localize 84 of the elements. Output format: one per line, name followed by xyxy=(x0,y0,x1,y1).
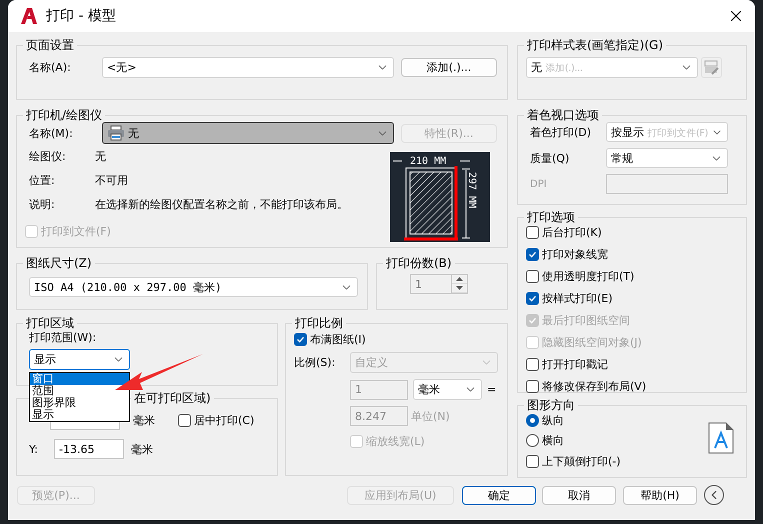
field-label: 名称(A): xyxy=(29,60,72,75)
section-title: 打印样式表(画笔指定)(G) xyxy=(526,38,664,52)
field-label: DPI xyxy=(530,178,548,190)
field-label: 比例(S): xyxy=(294,355,336,370)
checkbox[interactable] xyxy=(526,380,539,393)
dropdown-option[interactable]: 窗口 xyxy=(30,373,129,385)
checkbox-label: 将修改保存到布局(V) xyxy=(542,379,646,394)
checkbox[interactable] xyxy=(526,248,539,261)
radio-label: 横向 xyxy=(542,433,564,448)
section-title: 图形方向 xyxy=(526,398,576,412)
section-title: 在可打印区域) xyxy=(134,391,211,405)
window-title: 打印 - 模型 xyxy=(46,7,117,25)
check-icon xyxy=(296,335,305,344)
checkbox-label: 打印对象线宽 xyxy=(542,247,608,262)
field-label: 打印范围(W): xyxy=(29,330,96,345)
info-value: 无 xyxy=(95,149,106,164)
section-title: 打印区域 xyxy=(25,316,75,330)
checkbox-label: 居中打印(C) xyxy=(194,412,254,428)
checkbox-label: 打印到文件(F) xyxy=(41,224,111,239)
page-setup-dropdown[interactable]: <无> xyxy=(102,57,394,78)
check-icon xyxy=(528,250,537,259)
unit-dropdown[interactable]: 毫米 xyxy=(413,379,482,400)
radio-button[interactable] xyxy=(526,434,539,447)
section-title: 图纸尺寸(Z) xyxy=(25,256,93,270)
check-icon xyxy=(528,316,537,325)
field-label: Y: xyxy=(29,442,39,456)
checkbox[interactable] xyxy=(526,270,539,283)
checkbox-label: 最后打印图纸空间 xyxy=(542,313,630,328)
printer-dropdown[interactable]: 无 xyxy=(102,122,394,144)
dialog-button[interactable]: 取消 xyxy=(542,486,616,504)
add-button[interactable]: 添加(.)... xyxy=(401,58,497,77)
info-label: 绘图仪: xyxy=(29,149,67,164)
info-label: 说明: xyxy=(29,197,56,212)
section-title: 打印机/绘图仪 xyxy=(25,108,104,122)
checkbox-label: 后台打印(K) xyxy=(542,225,602,240)
unit-label: 毫米 xyxy=(131,442,153,456)
checkbox[interactable] xyxy=(294,333,307,346)
portrait-page-icon xyxy=(708,422,734,454)
checkbox-label: 布满图纸(I) xyxy=(310,332,366,347)
field-label: 质量(Q) xyxy=(530,150,570,166)
copies-spinner[interactable]: 1 xyxy=(410,274,468,294)
printer-icon xyxy=(107,125,125,141)
checkbox-label: 上下颠倒打印(-) xyxy=(542,454,621,469)
up-arrow-icon[interactable] xyxy=(456,277,463,281)
collapse-button[interactable] xyxy=(704,485,724,505)
field-label: 着色打印(D) xyxy=(530,124,592,140)
dpi-field[interactable] xyxy=(606,174,728,194)
quality-dropdown[interactable]: 常规 xyxy=(606,148,728,168)
section-title: 着色视口选项 xyxy=(526,108,600,122)
field-label: 单位(N) xyxy=(411,408,450,424)
paper-size-dropdown[interactable]: ISO A4 (210.00 x 297.00 毫米) xyxy=(29,277,358,297)
section-title: 打印比例 xyxy=(294,316,344,330)
checkbox-label: 按样式打印(E) xyxy=(542,291,613,306)
section-title: 打印选项 xyxy=(526,210,576,224)
radio-label: 纵向 xyxy=(542,413,564,428)
paper-height-label: 297 MM xyxy=(466,172,477,208)
checkbox-label: 缩放线宽(L) xyxy=(366,434,425,449)
checkbox[interactable] xyxy=(526,358,539,371)
equals-sign: = xyxy=(487,383,496,396)
checkbox-label: 隐藏图纸空间对象(J) xyxy=(542,335,642,350)
checkbox[interactable] xyxy=(526,292,539,305)
plot-style-dropdown[interactable]: 无 添加(.)... xyxy=(526,57,698,78)
field-label: 名称(M): xyxy=(29,126,74,140)
paper-width-label: 210 MM xyxy=(410,156,446,167)
down-arrow-icon[interactable] xyxy=(456,286,463,290)
app-logo-icon xyxy=(20,7,38,25)
y-offset-field[interactable]: -13.65 xyxy=(54,439,124,459)
dialog-button[interactable]: 确定 xyxy=(462,486,536,504)
shade-plot-dropdown[interactable]: 按显示 打印到文件(F) xyxy=(606,122,728,142)
plot-range-dropdown[interactable]: 显示 xyxy=(29,349,130,370)
section-title: 打印份数(B) xyxy=(385,256,453,270)
checkbox[interactable] xyxy=(526,226,539,239)
checkbox[interactable] xyxy=(526,455,539,468)
checkbox-label: 打开打印戳记 xyxy=(542,357,608,372)
dialog-button[interactable]: 帮助(H) xyxy=(623,486,697,504)
checkbox-label: 使用透明度打印(T) xyxy=(542,269,634,284)
info-value: 不可用 xyxy=(95,173,128,188)
checkbox[interactable] xyxy=(178,414,191,426)
radio-button[interactable] xyxy=(526,414,539,427)
check-icon xyxy=(528,294,537,303)
section-title: 页面设置 xyxy=(25,38,75,52)
unit-label: 毫米 xyxy=(133,412,155,428)
info-value: 在选择新的绘图仪配置名称之前，不能打印该布局。 xyxy=(95,197,348,212)
info-label: 位置: xyxy=(29,173,56,188)
